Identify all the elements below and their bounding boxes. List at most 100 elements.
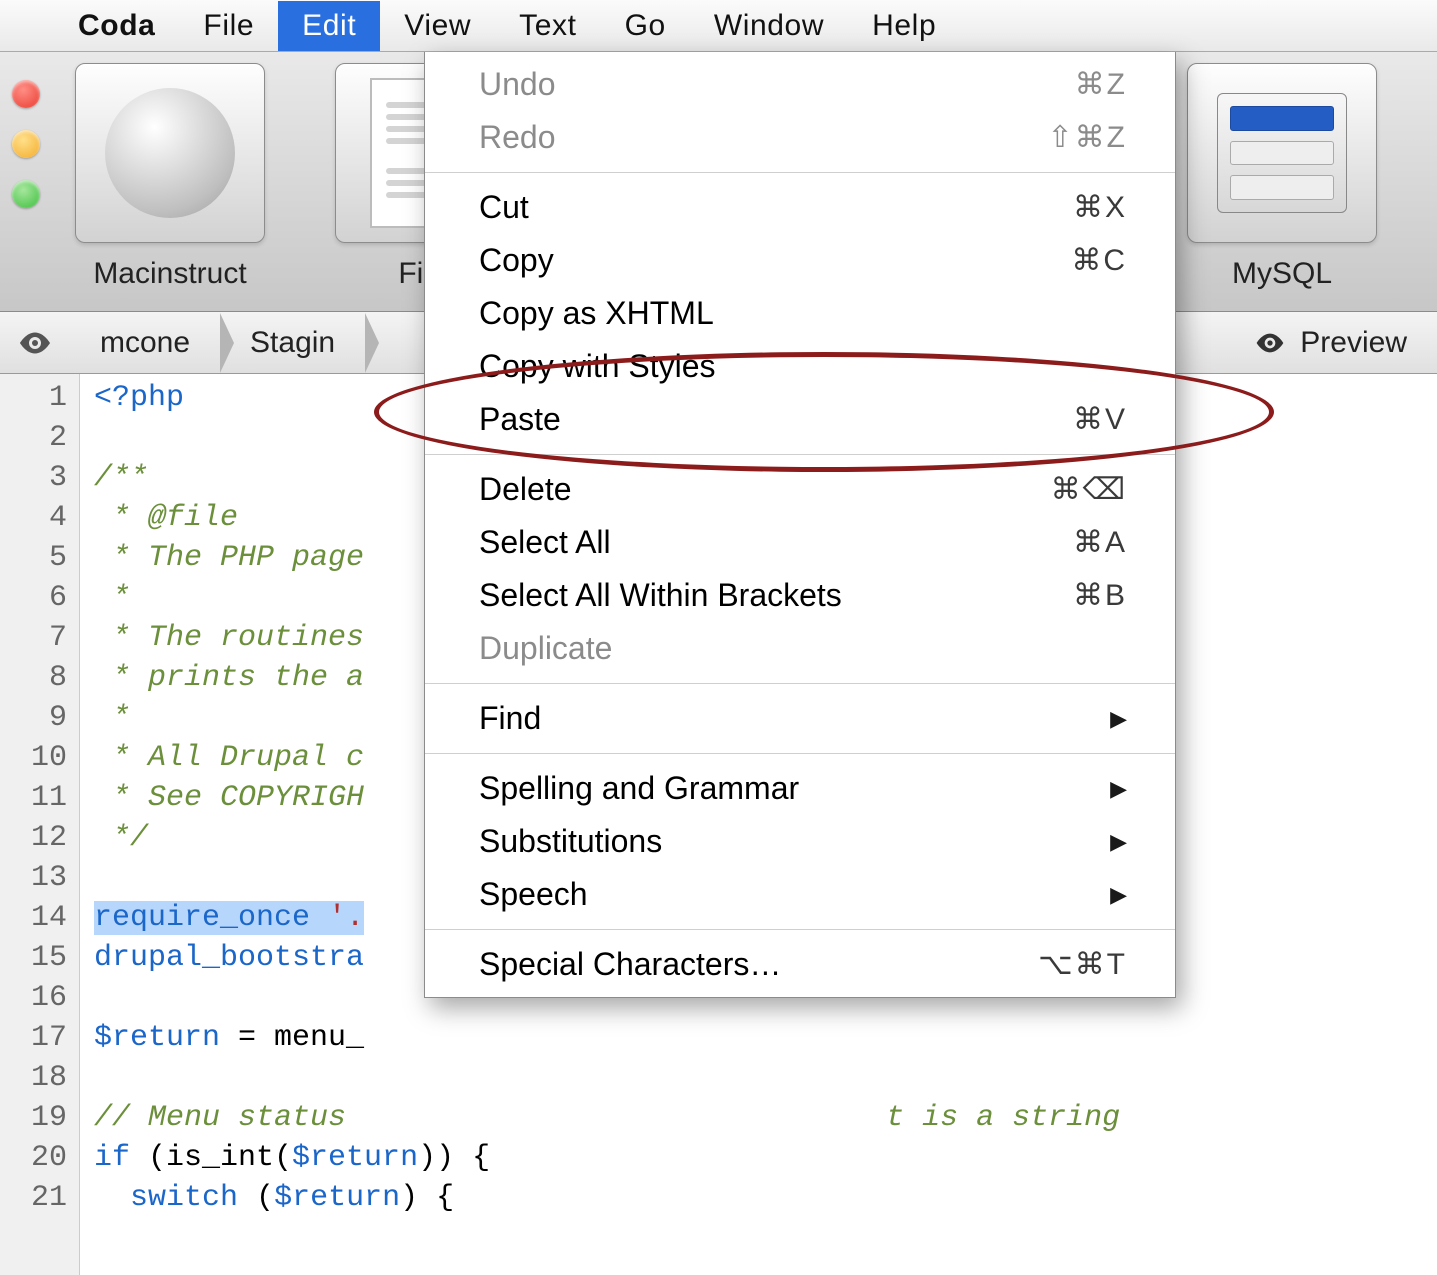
line-number: 17 xyxy=(0,1018,67,1058)
menu-item[interactable]: Copy ⌘C xyxy=(425,234,1175,287)
menu-item[interactable]: Special Characters… ⌥⌘T xyxy=(425,938,1175,991)
toolbar-site-button[interactable]: Macinstruct xyxy=(75,63,265,291)
line-number: 9 xyxy=(0,698,67,738)
eye-icon xyxy=(1254,327,1286,359)
line-number: 18 xyxy=(0,1058,67,1098)
menu-item-label: Spelling and Grammar xyxy=(479,770,799,807)
menu-shortcut: ⌘C xyxy=(1071,243,1127,278)
line-number: 11 xyxy=(0,778,67,818)
menu-item-label: Redo xyxy=(479,119,556,156)
menu-item[interactable]: Substitutions ▶ xyxy=(425,815,1175,868)
line-number: 2 xyxy=(0,418,67,458)
edit-menu-dropdown: Undo ⌘Z Redo ⇧⌘Z Cut ⌘X Copy ⌘C Copy as XHTML Cop… xyxy=(424,52,1176,998)
menu-item-label: Copy xyxy=(479,242,554,279)
menu-shortcut: ⇧⌘Z xyxy=(1048,120,1127,155)
menu-item-label: Cut xyxy=(479,189,529,226)
menu-item: Undo ⌘Z xyxy=(425,58,1175,111)
menu-item-label: Speech xyxy=(479,876,588,913)
line-number: 1 xyxy=(0,378,67,418)
menu-edit[interactable]: Edit xyxy=(278,1,380,51)
submenu-arrow-icon: ▶ xyxy=(1110,776,1127,802)
line-number: 13 xyxy=(0,858,67,898)
menu-item[interactable]: Select All ⌘A xyxy=(425,516,1175,569)
menu-item[interactable]: Copy with Styles xyxy=(425,340,1175,393)
submenu-arrow-icon: ▶ xyxy=(1110,829,1127,855)
menu-go[interactable]: Go xyxy=(601,1,690,51)
menu-shortcut: ⌘B xyxy=(1073,578,1127,613)
menu-separator xyxy=(425,683,1175,684)
line-number: 8 xyxy=(0,658,67,698)
close-window-button[interactable] xyxy=(12,80,40,108)
menu-separator xyxy=(425,929,1175,930)
breadcrumb-segment[interactable]: Stagin xyxy=(220,326,365,360)
menu-shortcut: ⌘X xyxy=(1073,190,1127,225)
menu-item-label: Delete xyxy=(479,471,572,508)
menu-item-label: Find xyxy=(479,700,541,737)
breadcrumb-segment[interactable]: mcone xyxy=(70,326,220,360)
menu-item: Duplicate xyxy=(425,622,1175,675)
menu-window[interactable]: Window xyxy=(690,1,848,51)
code-line[interactable]: $return = menu_ xyxy=(94,1018,1437,1058)
menu-item[interactable]: Spelling and Grammar ▶ xyxy=(425,762,1175,815)
line-number: 20 xyxy=(0,1138,67,1178)
line-number: 10 xyxy=(0,738,67,778)
menu-item-label: Copy as XHTML xyxy=(479,295,714,332)
menu-file[interactable]: File xyxy=(179,1,278,51)
toolbar-mysql-button[interactable]: MySQL xyxy=(1187,63,1377,291)
line-number: 6 xyxy=(0,578,67,618)
code-line[interactable]: switch ($return) { xyxy=(94,1178,1437,1218)
line-number: 15 xyxy=(0,938,67,978)
window-controls xyxy=(12,80,40,208)
menu-item[interactable]: Paste ⌘V xyxy=(425,393,1175,446)
database-icon xyxy=(1217,93,1347,213)
menubar: Coda File Edit View Text Go Window Help xyxy=(0,0,1437,52)
line-number: 4 xyxy=(0,498,67,538)
menu-item[interactable]: Find ▶ xyxy=(425,692,1175,745)
line-number: 7 xyxy=(0,618,67,658)
menu-item: Redo ⇧⌘Z xyxy=(425,111,1175,164)
menu-item-label: Select All xyxy=(479,524,611,561)
menu-item-label: Select All Within Brackets xyxy=(479,577,842,614)
minimize-window-button[interactable] xyxy=(12,130,40,158)
menu-item[interactable]: Select All Within Brackets ⌘B xyxy=(425,569,1175,622)
line-number: 5 xyxy=(0,538,67,578)
menu-shortcut: ⌘V xyxy=(1073,402,1127,437)
line-number: 12 xyxy=(0,818,67,858)
line-number: 3 xyxy=(0,458,67,498)
submenu-arrow-icon: ▶ xyxy=(1110,706,1127,732)
preview-toggle[interactable]: Preview xyxy=(1254,326,1437,360)
menu-item[interactable]: Speech ▶ xyxy=(425,868,1175,921)
preview-label: Preview xyxy=(1300,326,1407,360)
menu-item[interactable]: Copy as XHTML xyxy=(425,287,1175,340)
menu-shortcut: ⌘Z xyxy=(1075,67,1127,102)
zoom-window-button[interactable] xyxy=(12,180,40,208)
code-line[interactable] xyxy=(94,1058,1437,1098)
line-number: 14 xyxy=(0,898,67,938)
menu-text[interactable]: Text xyxy=(495,1,600,51)
app-name[interactable]: Coda xyxy=(54,1,179,51)
code-line[interactable]: if (is_int($return)) { xyxy=(94,1138,1437,1178)
menu-item-label: Copy with Styles xyxy=(479,348,716,385)
submenu-arrow-icon: ▶ xyxy=(1110,882,1127,908)
menu-item-label: Special Characters… xyxy=(479,946,781,983)
menu-shortcut: ⌥⌘T xyxy=(1038,947,1127,982)
code-line[interactable]: // Menu status t is a string xyxy=(94,1098,1437,1138)
menu-shortcut: ⌘⌫ xyxy=(1051,472,1127,507)
menu-item-label: Undo xyxy=(479,66,556,103)
menu-shortcut: ⌘A xyxy=(1073,525,1127,560)
line-number: 21 xyxy=(0,1178,67,1218)
menu-item[interactable]: Delete ⌘⌫ xyxy=(425,463,1175,516)
path-root-icon[interactable] xyxy=(0,325,70,361)
menu-separator xyxy=(425,172,1175,173)
menu-item-label: Paste xyxy=(479,401,561,438)
menu-view[interactable]: View xyxy=(380,1,495,51)
menu-item[interactable]: Cut ⌘X xyxy=(425,181,1175,234)
menu-help[interactable]: Help xyxy=(848,1,960,51)
line-gutter: 123456789101112131415161718192021 xyxy=(0,374,80,1275)
menu-item-label: Substitutions xyxy=(479,823,662,860)
menu-separator xyxy=(425,454,1175,455)
line-number: 16 xyxy=(0,978,67,1018)
line-number: 19 xyxy=(0,1098,67,1138)
toolbar-mysql-label: MySQL xyxy=(1232,257,1332,291)
menu-item-label: Duplicate xyxy=(479,630,612,667)
